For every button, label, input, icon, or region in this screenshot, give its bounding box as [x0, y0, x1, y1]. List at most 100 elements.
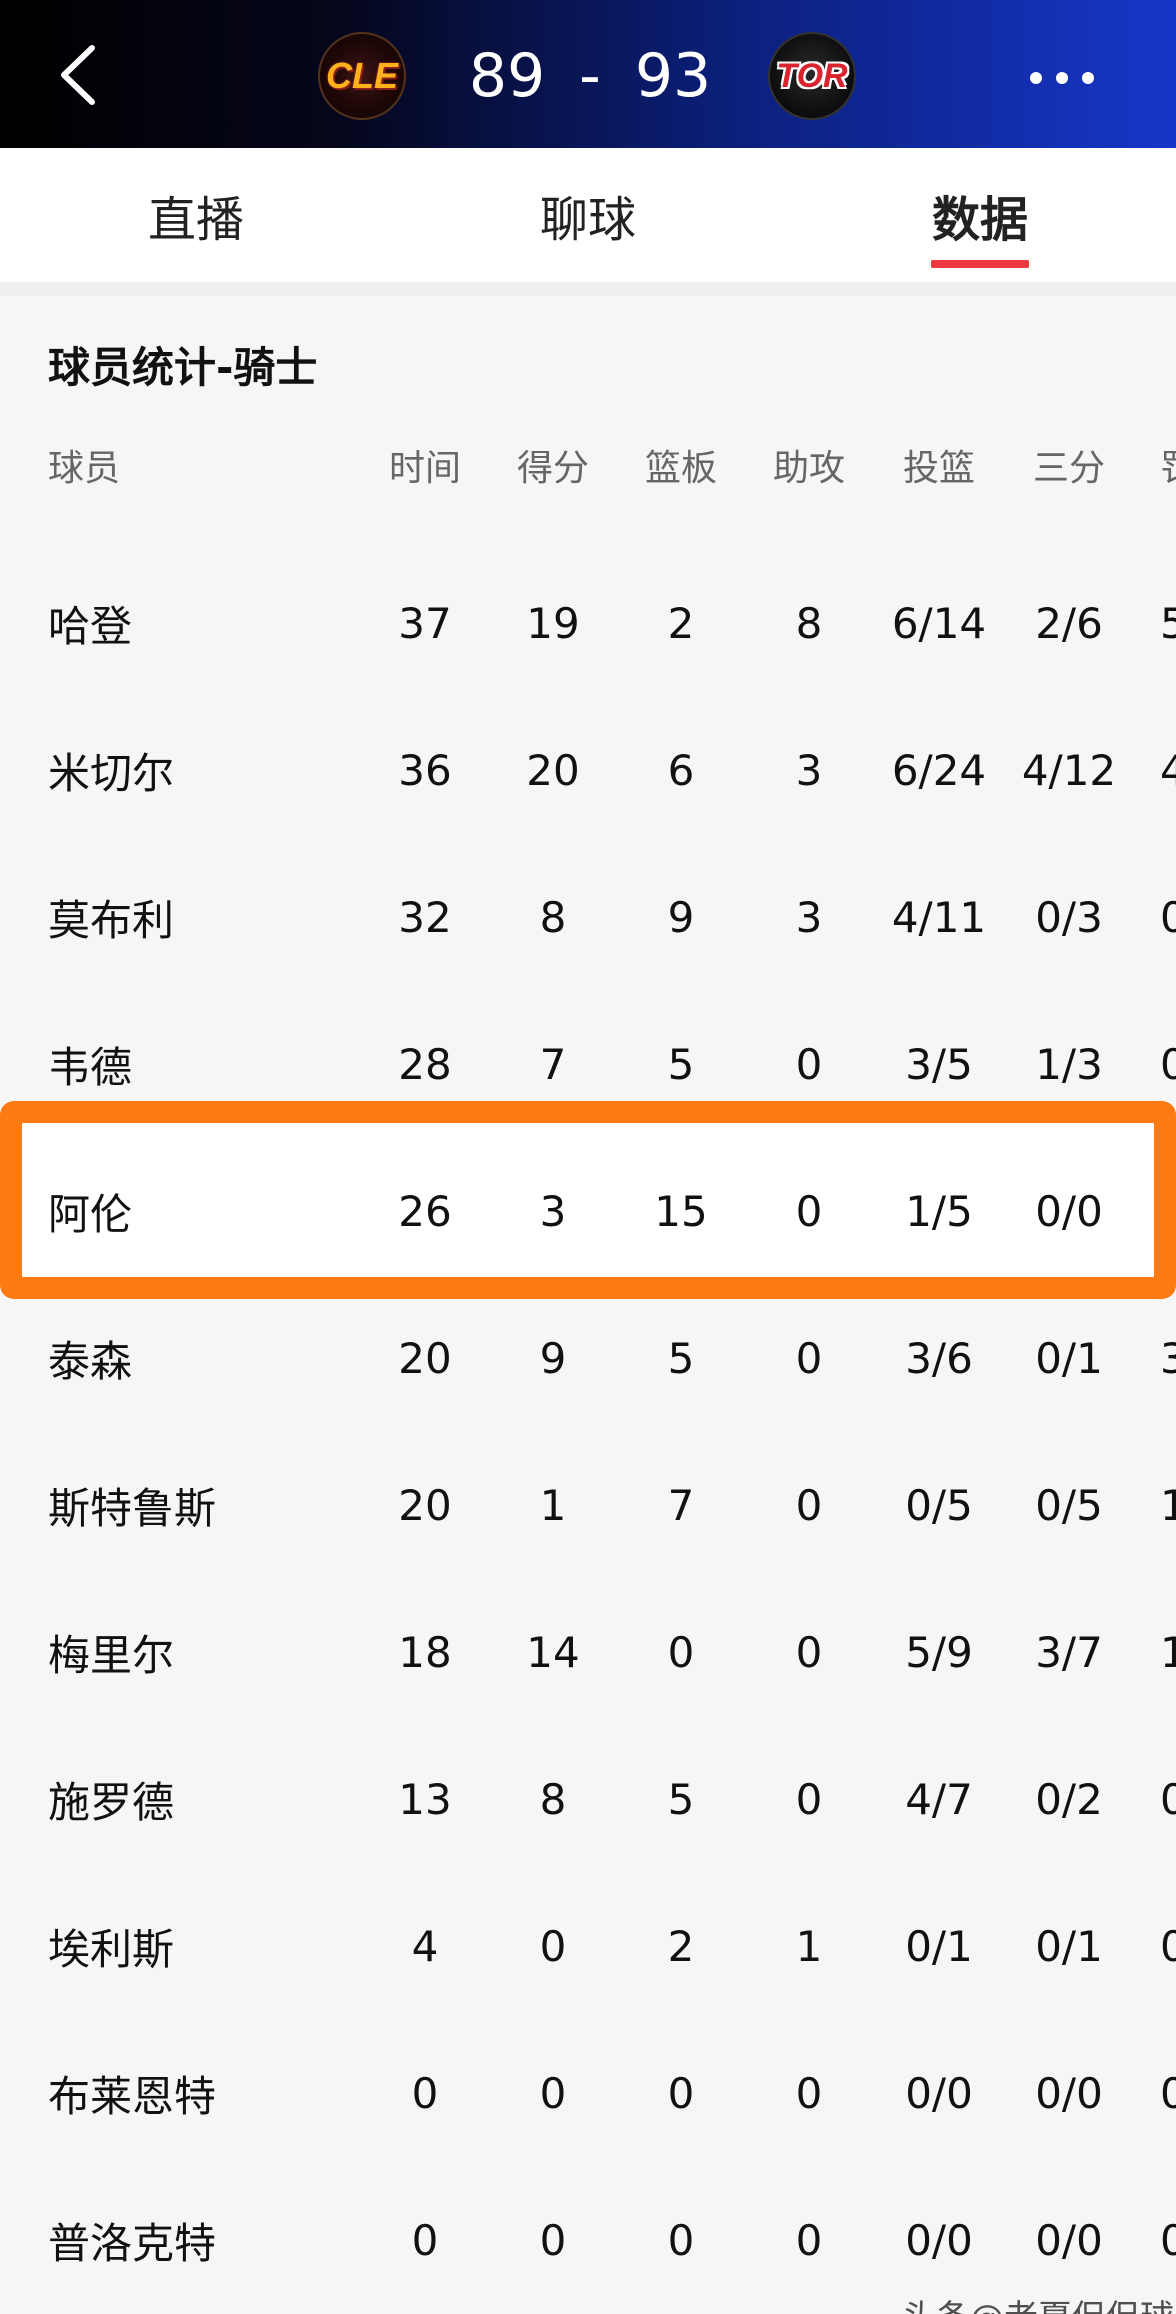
- table-row[interactable]: 米切尔 36 20 6 3 6/24 4/12 4: [0, 697, 1176, 844]
- field-goals-value: 0/1: [905, 1922, 973, 1971]
- home-team-logo[interactable]: CLE: [318, 32, 406, 120]
- assists-value: 0: [795, 1481, 823, 1530]
- points-value: 7: [539, 1040, 567, 1089]
- rebounds-value: 5: [667, 1334, 695, 1383]
- tab-chat[interactable]: 聊球: [392, 148, 784, 282]
- points-value: 1: [539, 1481, 567, 1530]
- divider: [0, 282, 1176, 296]
- chevron-left-icon: [61, 45, 95, 105]
- assists-value: 0: [795, 2216, 823, 2265]
- rebounds-value: 15: [654, 1187, 708, 1236]
- assists-value: 3: [795, 893, 823, 942]
- table-row[interactable]: 施罗德 13 8 5 0 4/7 0/2 0: [0, 1726, 1176, 1873]
- column-header[interactable]: 得分: [488, 410, 618, 520]
- player-stats-table: 球员 时间 得分 篮板 助攻 投篮 三分 罚 哈登3719286/142/65米…: [0, 440, 1176, 2314]
- points-value: 0: [539, 1922, 567, 1971]
- points-value: 8: [539, 893, 567, 942]
- truncated-column-value: 1: [1160, 1481, 1176, 1530]
- minutes-value: 26: [398, 1187, 452, 1236]
- tab-data[interactable]: 数据: [784, 148, 1176, 282]
- three-pointers-value: 0/0: [1035, 1187, 1103, 1236]
- column-header[interactable]: 助攻: [744, 410, 874, 520]
- column-header[interactable]: 时间: [360, 410, 490, 520]
- column-header[interactable]: 罚: [1160, 410, 1176, 520]
- rebounds-value: 0: [667, 2069, 695, 2118]
- field-goals-value: 1/5: [905, 1187, 973, 1236]
- column-header[interactable]: 三分: [1004, 410, 1134, 520]
- table-body: 哈登 37 19 2 8 6/14 2/6 5 米切尔 36 20 6 3 6/24 4/12 4 莫布利 32 8…: [0, 550, 1176, 2314]
- points-value: 20: [526, 746, 580, 795]
- field-goals-value: 4/11: [891, 893, 987, 942]
- truncated-column-value: 1: [1160, 1628, 1176, 1677]
- player-name: 泰森: [48, 1337, 133, 1386]
- assists-value: 0: [795, 1040, 823, 1089]
- field-goals-value: 0/5: [905, 1481, 973, 1530]
- table-row[interactable]: 韦德 28 7 5 0 3/5 1/3 0: [0, 991, 1176, 1138]
- truncated-column-value: 5: [1160, 599, 1176, 648]
- points-value: 14: [526, 1628, 580, 1677]
- player-name: 斯特鲁斯: [48, 1484, 217, 1533]
- tab-live[interactable]: 直播: [0, 148, 392, 282]
- assists-value: 0: [795, 1775, 823, 1824]
- away-score: 93: [634, 41, 712, 111]
- table-row[interactable]: 布莱恩特 0 0 0 0 0/0 0/0 0: [0, 2020, 1176, 2167]
- minutes-value: 18: [398, 1628, 452, 1677]
- table-row[interactable]: 泰森 20 9 5 0 3/6 0/1 3: [0, 1285, 1176, 1432]
- truncated-column-value: [1160, 1138, 1176, 1285]
- field-goals-value: 0/0: [905, 2069, 973, 2118]
- active-tab-indicator: [931, 260, 1029, 268]
- assists-value: 3: [795, 746, 823, 795]
- minutes-value: 13: [398, 1775, 452, 1824]
- rebounds-value: 0: [667, 2216, 695, 2265]
- table-row[interactable]: 埃利斯 4 0 2 1 0/1 0/1 0: [0, 1873, 1176, 2020]
- three-pointers-value: 0/0: [1035, 2069, 1103, 2118]
- player-name: 梅里尔: [48, 1631, 175, 1680]
- minutes-value: 4: [411, 1922, 439, 1971]
- minutes-value: 36: [398, 746, 452, 795]
- rebounds-value: 7: [667, 1481, 695, 1530]
- player-name: 哈登: [48, 602, 133, 651]
- tab-label: 直播: [147, 192, 244, 248]
- column-header[interactable]: 篮板: [616, 410, 746, 520]
- tab-bar: 直播 聊球 数据: [0, 148, 1176, 282]
- match-header: CLE 89 - 93 TOR: [0, 0, 1176, 148]
- rebounds-value: 0: [667, 1628, 695, 1677]
- three-pointers-value: 2/6: [1035, 599, 1103, 648]
- field-goals-value: 3/6: [905, 1334, 973, 1383]
- truncated-column-value: 0: [1160, 2069, 1176, 2118]
- table-row[interactable]: 莫布利 32 8 9 3 4/11 0/3 0: [0, 844, 1176, 991]
- minutes-value: 0: [411, 2216, 439, 2265]
- away-team-logo[interactable]: TOR: [768, 32, 856, 120]
- assists-value: 0: [795, 1187, 823, 1236]
- player-name: 莫布利: [48, 896, 175, 945]
- three-pointers-value: 0/5: [1035, 1481, 1103, 1530]
- tab-label: 数据: [931, 192, 1028, 248]
- table-row[interactable]: 哈登 37 19 2 8 6/14 2/6 5: [0, 550, 1176, 697]
- table-row-highlighted[interactable]: 阿伦 26 3 15 0 1/5 0/0: [0, 1138, 1176, 1285]
- minutes-value: 0: [411, 2069, 439, 2118]
- player-name: 埃利斯: [48, 1925, 175, 1974]
- table-row[interactable]: 斯特鲁斯 20 1 7 0 0/5 0/5 1: [0, 1432, 1176, 1579]
- column-header[interactable]: 球员: [48, 410, 348, 520]
- rebounds-value: 5: [667, 1775, 695, 1824]
- section-title: 球员统计-骑士: [48, 343, 318, 392]
- truncated-column-value: 3: [1160, 1334, 1176, 1383]
- three-pointers-value: 1/3: [1035, 1040, 1103, 1089]
- scoreboard: 89 - 93: [460, 36, 720, 116]
- rebounds-value: 5: [667, 1040, 695, 1089]
- three-pointers-value: 0/1: [1035, 1334, 1103, 1383]
- field-goals-value: 6/14: [891, 599, 987, 648]
- home-team-abbr: CLE: [326, 55, 398, 96]
- rebounds-value: 2: [667, 1922, 695, 1971]
- back-button[interactable]: [52, 40, 112, 110]
- field-goals-value: 3/5: [905, 1040, 973, 1089]
- column-header[interactable]: 投篮: [872, 410, 1006, 520]
- player-name: 布莱恩特: [48, 2072, 217, 2121]
- player-name: 米切尔: [48, 749, 175, 798]
- minutes-value: 20: [398, 1334, 452, 1383]
- player-name: 施罗德: [48, 1778, 175, 1827]
- more-options-button[interactable]: [1030, 66, 1098, 90]
- field-goals-value: 4/7: [905, 1775, 973, 1824]
- table-row[interactable]: 梅里尔 18 14 0 0 5/9 3/7 1: [0, 1579, 1176, 1726]
- three-pointers-value: 0/2: [1035, 1775, 1103, 1824]
